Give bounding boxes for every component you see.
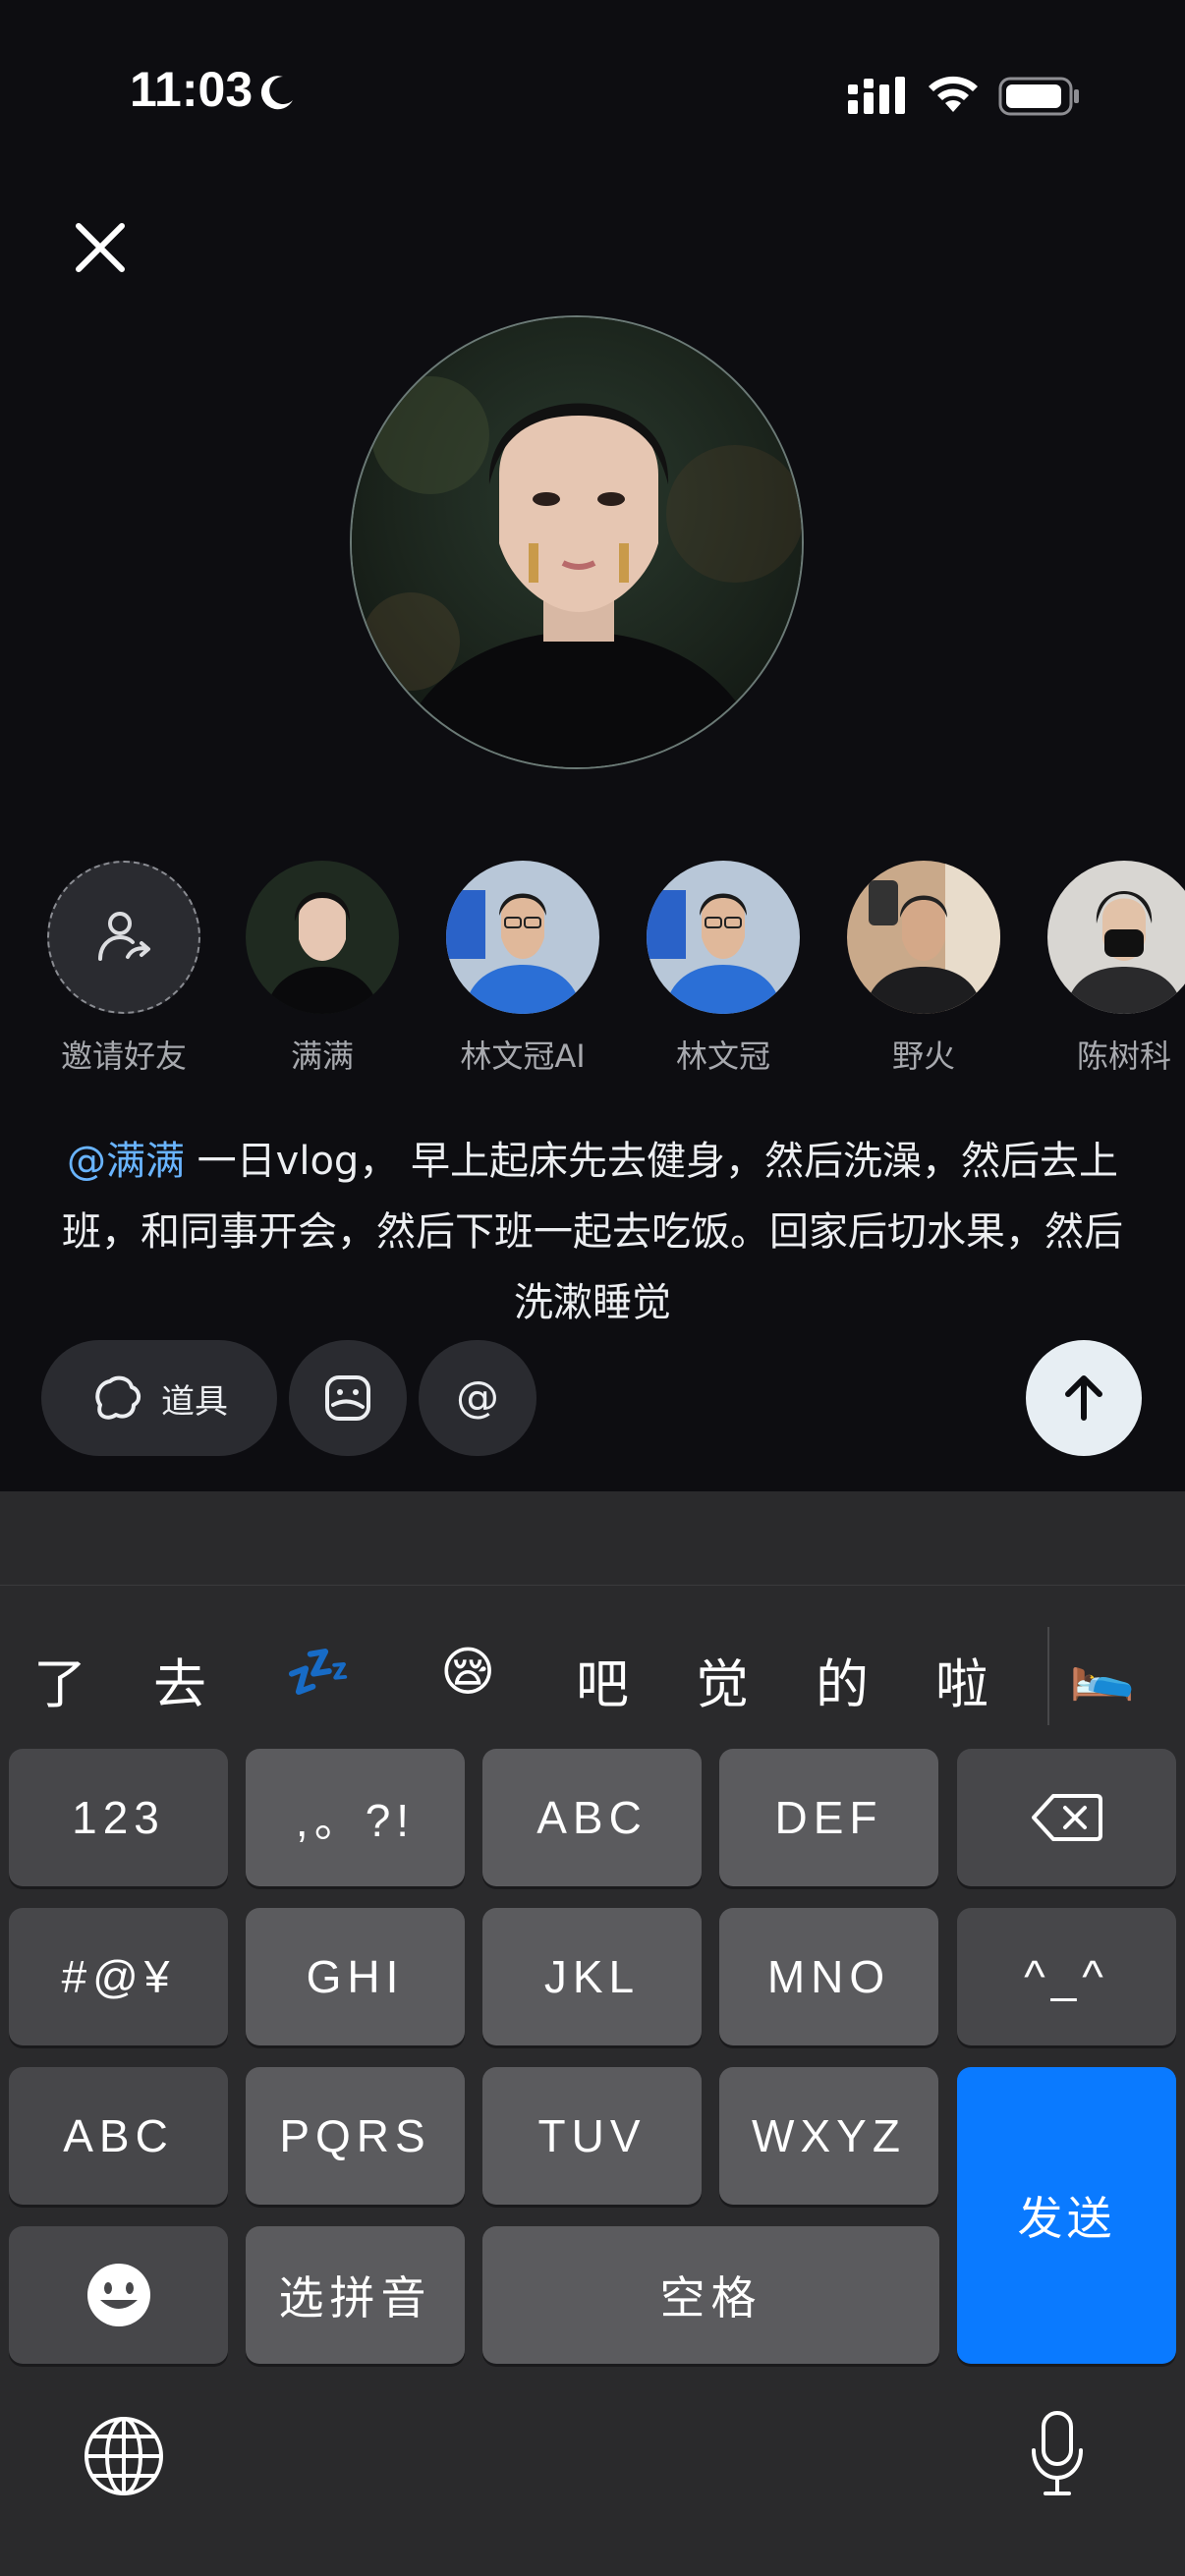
friend-name: 陈树科 <box>1076 1037 1171 1075</box>
svg-text:@: @ <box>456 1372 499 1423</box>
status-time: 11:03 <box>130 62 254 117</box>
wifi-icon <box>929 76 978 112</box>
close-button[interactable] <box>63 210 138 285</box>
add-friend-icon <box>98 912 150 961</box>
candidate-word[interactable]: 去 <box>153 1641 206 1718</box>
space-key[interactable]: 空格 <box>482 2226 939 2364</box>
emoji-key[interactable] <box>9 2226 228 2364</box>
backspace-key[interactable] <box>957 1749 1176 1886</box>
props-label: 道具 <box>161 1381 228 1422</box>
key-symbols[interactable]: #@¥ <box>9 1908 228 2045</box>
microphone-icon[interactable] <box>1028 2409 1087 2499</box>
key-punctuation[interactable]: ,。?! <box>246 1749 465 1886</box>
friend-name: 林文冠AI <box>460 1037 586 1075</box>
avatar-photo <box>352 317 802 767</box>
avatar-photo <box>446 861 599 1014</box>
avatar <box>647 861 800 1014</box>
candidate-divider <box>1047 1627 1049 1725</box>
invite-friends-item[interactable]: 邀请好友 <box>26 861 222 1077</box>
backspace-icon <box>1031 1794 1102 1841</box>
caption-body: 一日vlog， 早上起床先去健身，然后洗澡，然后去上班，和同事开会，然后下班一起… <box>62 1139 1123 1325</box>
moon-icon <box>260 76 293 110</box>
candidate-word[interactable]: 觉 <box>696 1641 749 1718</box>
at-sign-icon: @ <box>456 1372 499 1423</box>
props-icon <box>95 1375 141 1420</box>
friend-name: 林文冠 <box>675 1037 770 1075</box>
candidate-word[interactable]: 啦 <box>935 1641 988 1718</box>
caption-text[interactable]: @满满 一日vlog， 早上起床先去健身，然后洗澡，然后去上班，和同事开会，然后… <box>49 1126 1136 1338</box>
avatar-photo <box>246 861 399 1014</box>
candidate-emoji[interactable]: 😪 <box>440 1641 495 1703</box>
friend-item-yehuo[interactable]: 野火 <box>825 861 1022 1077</box>
battery-icon <box>998 77 1079 116</box>
friend-name: 满满 <box>290 1037 354 1075</box>
key-jkl[interactable]: JKL <box>482 1908 702 2045</box>
sticker-button[interactable] <box>289 1340 407 1456</box>
avatar-photo <box>647 861 800 1014</box>
key-abc-switch[interactable]: ABC <box>9 2067 228 2205</box>
key-mno[interactable]: MNO <box>719 1908 938 2045</box>
friend-item-manman[interactable]: 满满 <box>224 861 421 1077</box>
avatar <box>847 861 1000 1014</box>
candidate-emoji[interactable]: 💤 <box>285 1641 351 1704</box>
key-select-pinyin[interactable]: 选拼音 <box>246 2226 465 2364</box>
avatar-photo <box>1047 861 1185 1014</box>
key-def[interactable]: DEF <box>719 1749 938 1886</box>
avatar-photo <box>847 861 1000 1014</box>
sticker-icon <box>325 1375 370 1421</box>
key-ghi[interactable]: GHI <box>246 1908 465 2045</box>
avatar <box>446 861 599 1014</box>
candidate-word[interactable]: 吧 <box>576 1641 629 1718</box>
tool-row: 道具 @ <box>0 1340 1185 1456</box>
emoji-icon <box>86 2264 150 2326</box>
publish-button[interactable] <box>1026 1340 1142 1456</box>
key-pqrs[interactable]: PQRS <box>246 2067 465 2205</box>
candidate-word[interactable]: 的 <box>816 1641 869 1718</box>
keyboard-input-strip <box>0 1491 1185 1586</box>
friend-name: 邀请好友 <box>60 1037 187 1075</box>
candidate-emoji[interactable]: 🛌 <box>1069 1641 1135 1704</box>
key-abc[interactable]: ABC <box>482 1749 702 1886</box>
send-key[interactable]: 发送 <box>957 2067 1176 2364</box>
key-123[interactable]: 123 <box>9 1749 228 1886</box>
key-tuv[interactable]: TUV <box>482 2067 702 2205</box>
avatar <box>246 861 399 1014</box>
avatar <box>1047 861 1185 1014</box>
candidate-bar: 了 去 💤 😪 吧 觉 的 啦 🛌 <box>0 1586 1185 1743</box>
invite-circle <box>47 861 200 1014</box>
key-wxyz[interactable]: WXYZ <box>719 2067 938 2205</box>
cellular-signal-icon <box>848 77 905 114</box>
globe-icon[interactable] <box>83 2415 165 2497</box>
arrow-up-icon <box>1065 1375 1102 1421</box>
close-icon <box>76 223 125 272</box>
friends-row: 邀请好友 满满 林文冠AI 林文冠 野火 陈树科 <box>0 861 1185 1077</box>
mention-tag[interactable]: @满满 <box>67 1139 185 1184</box>
friend-item-chenshuke[interactable]: 陈树科 <box>1026 861 1185 1077</box>
mention-button[interactable]: @ <box>419 1340 536 1456</box>
friend-name: 野火 <box>891 1037 955 1075</box>
candidate-word[interactable]: 了 <box>33 1641 86 1718</box>
friend-item-linwenguan[interactable]: 林文冠 <box>625 861 821 1077</box>
props-button[interactable]: 道具 <box>41 1340 277 1456</box>
key-emoticon[interactable]: ^_^ <box>957 1908 1176 2045</box>
selected-avatar <box>350 315 804 769</box>
friend-item-linwenguan-ai[interactable]: 林文冠AI <box>424 861 621 1077</box>
